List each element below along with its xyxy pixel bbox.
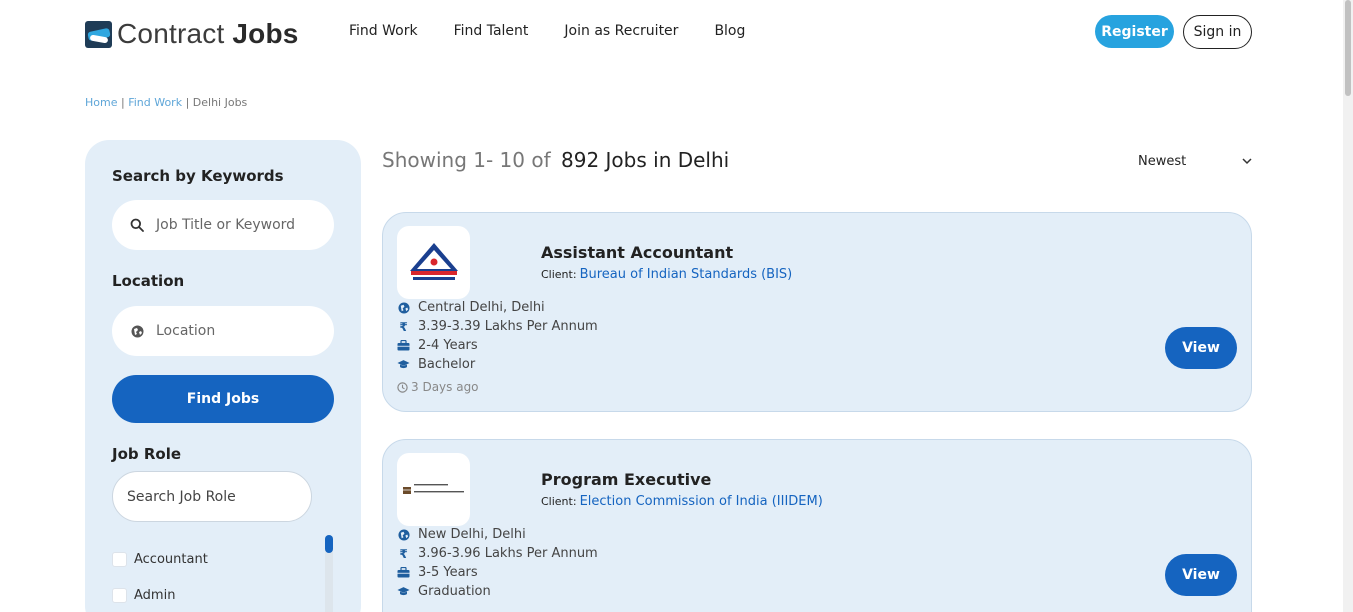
job-education: Graduation (397, 584, 491, 599)
job-posted: 3 Days ago (397, 380, 479, 394)
rupee-icon: ₹ (399, 319, 408, 334)
job-role-search-input[interactable]: Search Job Role (112, 471, 312, 522)
globe-icon (397, 301, 410, 314)
signin-button[interactable]: Sign in (1183, 15, 1252, 49)
job-education: Bachelor (397, 357, 475, 372)
nav-find-work[interactable]: Find Work (349, 23, 418, 39)
keywords-heading: Search by Keywords (112, 167, 284, 185)
graduation-cap-icon (397, 358, 410, 371)
job-card[interactable]: Program Executive Client: Election Commis… (382, 439, 1252, 612)
page-scroll-thumb[interactable] (1345, 0, 1351, 96)
register-button[interactable]: Register (1095, 15, 1174, 48)
client-link[interactable]: Election Commission of India (IIIDEM) (580, 494, 823, 509)
briefcase-icon (397, 339, 410, 352)
company-logo (397, 453, 470, 526)
view-button[interactable]: View (1165, 327, 1237, 369)
find-jobs-button[interactable]: Find Jobs (112, 375, 334, 423)
results-count: Showing 1- 10 of 892 Jobs in Delhi (382, 148, 730, 172)
job-role-heading: Job Role (112, 445, 182, 463)
job-experience: 2-4 Years (397, 338, 478, 353)
role-option-accountant[interactable]: Accountant (112, 552, 208, 567)
company-logo (397, 226, 470, 299)
briefcase-icon (397, 566, 410, 579)
keyword-search-input[interactable]: Job Title or Keyword (112, 200, 334, 250)
breadcrumb-find-work[interactable]: Find Work (128, 96, 182, 109)
job-title[interactable]: Assistant Accountant (541, 243, 733, 262)
site-logo[interactable]: Contract Jobs (85, 18, 299, 50)
sort-selected: Newest (1138, 154, 1187, 169)
search-icon (130, 218, 144, 232)
logo-text: Contract Jobs (117, 18, 299, 49)
view-button[interactable]: View (1165, 554, 1237, 596)
breadcrumb: Home | Find Work | Delhi Jobs (85, 96, 248, 109)
job-location: New Delhi, Delhi (397, 527, 526, 542)
chevron-down-icon (1242, 158, 1252, 165)
rupee-icon: ₹ (399, 546, 408, 561)
job-salary: ₹ 3.39-3.39 Lakhs Per Annum (397, 319, 597, 334)
clock-icon (397, 381, 408, 393)
nav-join-recruiter[interactable]: Join as Recruiter (564, 23, 678, 39)
location-placeholder: Location (156, 323, 216, 339)
job-experience: 3-5 Years (397, 565, 478, 580)
location-heading: Location (112, 272, 185, 290)
filter-sidebar: Search by Keywords Job Title or Keyword … (85, 140, 361, 612)
keyword-placeholder: Job Title or Keyword (156, 217, 296, 233)
job-client: Client: Election Commission of India (III… (541, 494, 823, 509)
graduation-cap-icon (397, 585, 410, 598)
page-scrollbar[interactable] (1343, 0, 1353, 612)
breadcrumb-home[interactable]: Home (85, 96, 117, 109)
globe-icon (130, 324, 144, 338)
client-link[interactable]: Bureau of Indian Standards (BIS) (580, 267, 793, 282)
nav-find-talent[interactable]: Find Talent (454, 23, 529, 39)
job-role-placeholder: Search Job Role (127, 488, 236, 505)
handshake-icon (85, 20, 112, 48)
job-title[interactable]: Program Executive (541, 470, 711, 489)
location-input[interactable]: Location (112, 306, 334, 356)
checkbox[interactable] (112, 552, 127, 567)
globe-icon (397, 528, 410, 541)
role-list-scroll-thumb[interactable] (325, 535, 333, 553)
role-option-admin[interactable]: Admin (112, 588, 175, 603)
breadcrumb-current: Delhi Jobs (192, 96, 248, 109)
main-nav: Find Work Find Talent Join as Recruiter … (349, 23, 781, 39)
sort-select[interactable]: Newest (1138, 154, 1252, 169)
job-salary: ₹ 3.96-3.96 Lakhs Per Annum (397, 546, 597, 561)
nav-blog[interactable]: Blog (714, 23, 745, 39)
job-card[interactable]: Assistant Accountant Client: Bureau of In… (382, 212, 1252, 412)
job-location: Central Delhi, Delhi (397, 300, 545, 315)
job-client: Client: Bureau of Indian Standards (BIS) (541, 267, 793, 282)
checkbox[interactable] (112, 588, 127, 603)
